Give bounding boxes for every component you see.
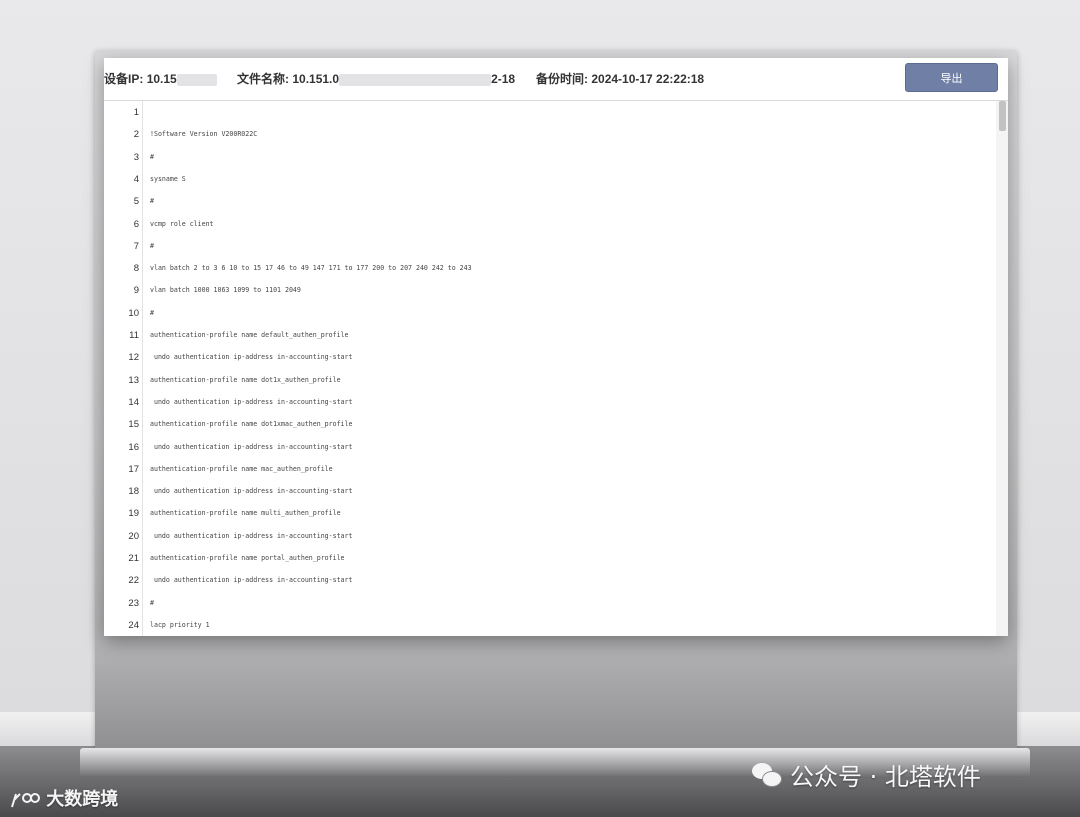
line-text: undo authentication ip-address in-accoun… xyxy=(150,487,353,496)
line-text: # xyxy=(150,197,154,206)
code-line: 22 undo authentication ip-address in-acc… xyxy=(104,569,984,591)
backup-time-value: 2024-10-17 22:22:18 xyxy=(591,72,705,86)
line-number: 24 xyxy=(128,619,139,631)
code-line: 23 # xyxy=(104,592,984,614)
line-number: 18 xyxy=(128,486,139,498)
export-button[interactable]: 导出 xyxy=(905,63,998,92)
line-number: 20 xyxy=(128,530,139,542)
redacted-block xyxy=(339,73,492,86)
line-number: 10 xyxy=(128,307,139,319)
watermark-left: 大数跨境 xyxy=(10,785,118,811)
line-number: 4 xyxy=(133,173,139,185)
line-text: sysname S xyxy=(150,174,186,183)
config-text-area[interactable]: 1 2 !Software Version V200R022C 3 #4 sysname … xyxy=(104,101,996,636)
line-text: vcmp role client xyxy=(150,219,214,228)
vertical-scrollbar[interactable] xyxy=(996,101,1008,636)
line-number: 7 xyxy=(133,240,139,252)
file-name-value: 10.151.0 xyxy=(292,72,340,86)
code-line: 9 vlan batch 1000 1063 1099 to 1101 2049 xyxy=(104,279,984,301)
line-text: # xyxy=(150,241,154,250)
line-number: 17 xyxy=(128,463,139,475)
line-text: undo authentication ip-address in-accoun… xyxy=(150,576,353,585)
line-text: authentication-profile name multi_authen… xyxy=(150,509,341,518)
line-text: authentication-profile name dot1x_authen… xyxy=(150,375,341,384)
code-line: 17 authentication-profile name mac_authen… xyxy=(104,458,984,480)
code-line: 13 authentication-profile name dot1x_auth… xyxy=(104,369,984,391)
code-line: 20 undo authentication ip-address in-acc… xyxy=(104,525,984,547)
line-text: authentication-profile name dot1xmac_aut… xyxy=(150,420,353,429)
code-line: 11 authentication-profile name default_au… xyxy=(104,324,984,346)
code-line: 21 authentication-profile name portal_aut… xyxy=(104,547,984,569)
code-line: 8 vlan batch 2 to 3 6 10 to 15 17 46 to 4… xyxy=(104,257,984,279)
line-text: !Software Version V200R022C xyxy=(150,130,258,139)
line-text: undo authentication ip-address in-accoun… xyxy=(150,531,353,540)
device-ip-value: 10.15 xyxy=(146,72,177,86)
line-number: 19 xyxy=(128,508,139,520)
backup-time-label: 备份时间: xyxy=(536,72,588,86)
code-line: 15 authentication-profile name dot1xmac_a… xyxy=(104,413,984,435)
line-number: 11 xyxy=(129,330,139,341)
file-name-label: 文件名称: xyxy=(237,72,289,86)
line-number: 15 xyxy=(128,419,139,431)
line-number: 14 xyxy=(128,396,139,408)
code-line: 5 # xyxy=(104,190,984,212)
code-line: 1 xyxy=(104,101,984,123)
watermark-right-text: 公众号 · 北塔软件 xyxy=(790,763,981,791)
wechat-icon xyxy=(752,762,782,787)
line-number: 3 xyxy=(133,151,139,163)
line-number: 8 xyxy=(133,263,139,275)
line-text: vlan batch 1000 1063 1099 to 1101 2049 xyxy=(150,286,301,295)
code-line: 16 undo authentication ip-address in-acc… xyxy=(104,436,984,458)
line-number: 5 xyxy=(133,196,139,208)
line-number: 22 xyxy=(128,575,139,587)
code-line: 19 authentication-profile name multi_auth… xyxy=(104,502,984,524)
code-line: 2 !Software Version V200R022C xyxy=(104,123,984,145)
line-number: 16 xyxy=(128,441,139,453)
line-number: 1 xyxy=(133,107,139,118)
line-number: 21 xyxy=(128,553,139,564)
code-line: 14 undo authentication ip-address in-acc… xyxy=(104,391,984,413)
redacted-block xyxy=(176,73,217,86)
line-number: 2 xyxy=(133,129,139,141)
line-text: undo authentication ip-address in-accoun… xyxy=(150,442,353,451)
line-number: 9 xyxy=(133,285,139,297)
code-line: 6 vcmp role client xyxy=(104,213,984,235)
code-line: 18 undo authentication ip-address in-acc… xyxy=(104,480,984,502)
code-line: 4 sysname S xyxy=(104,168,984,190)
file-name-suffix: 2-18 xyxy=(491,72,516,86)
code-line: 3 # xyxy=(104,146,984,168)
line-text: authentication-profile name default_auth… xyxy=(150,331,349,339)
code-line: 12 undo authentication ip-address in-acc… xyxy=(104,346,984,368)
line-text: vlan batch 2 to 3 6 10 to 15 17 46 to 49… xyxy=(150,264,472,273)
brand-logo-icon xyxy=(10,791,40,809)
line-text: undo authentication ip-address in-accoun… xyxy=(150,353,353,362)
line-text: authentication-profile name portal_authe… xyxy=(150,554,345,562)
file-name-info: 文件名称: 10.151.0 2-18 xyxy=(237,70,515,87)
code-line: 24 lacp priority 1 xyxy=(104,614,984,636)
line-text: # xyxy=(150,598,154,607)
watermark-left-text: 大数跨境 xyxy=(46,789,119,810)
info-header: 设备IP: 10.15 文件名称: 10.151.0 2-18 备份时间: 202… xyxy=(104,58,1008,101)
backup-time-info: 备份时间: 2024-10-17 22:22:18 xyxy=(536,70,704,87)
scroll-thumb[interactable] xyxy=(999,101,1006,131)
line-number: 23 xyxy=(128,597,139,609)
line-text: authentication-profile name mac_authen_p… xyxy=(150,464,333,473)
line-number: 13 xyxy=(128,374,139,386)
display-stand-lower-panel xyxy=(95,640,1017,750)
line-number: 6 xyxy=(133,218,139,230)
code-line: 7 # xyxy=(104,235,984,257)
device-ip-label: 设备IP: xyxy=(104,72,144,86)
line-number: 12 xyxy=(128,352,139,364)
line-text: lacp priority 1 xyxy=(150,620,210,629)
line-text: undo authentication ip-address in-accoun… xyxy=(150,397,353,406)
device-ip-info: 设备IP: 10.15 xyxy=(104,70,217,87)
line-text: # xyxy=(150,308,154,317)
line-text: # xyxy=(150,152,154,161)
config-viewer-window: 设备IP: 10.15 文件名称: 10.151.0 2-18 备份时间: 202… xyxy=(104,58,1008,636)
code-line: 10 # xyxy=(104,302,984,324)
watermark-right: 公众号 · 北塔软件 xyxy=(752,757,981,792)
